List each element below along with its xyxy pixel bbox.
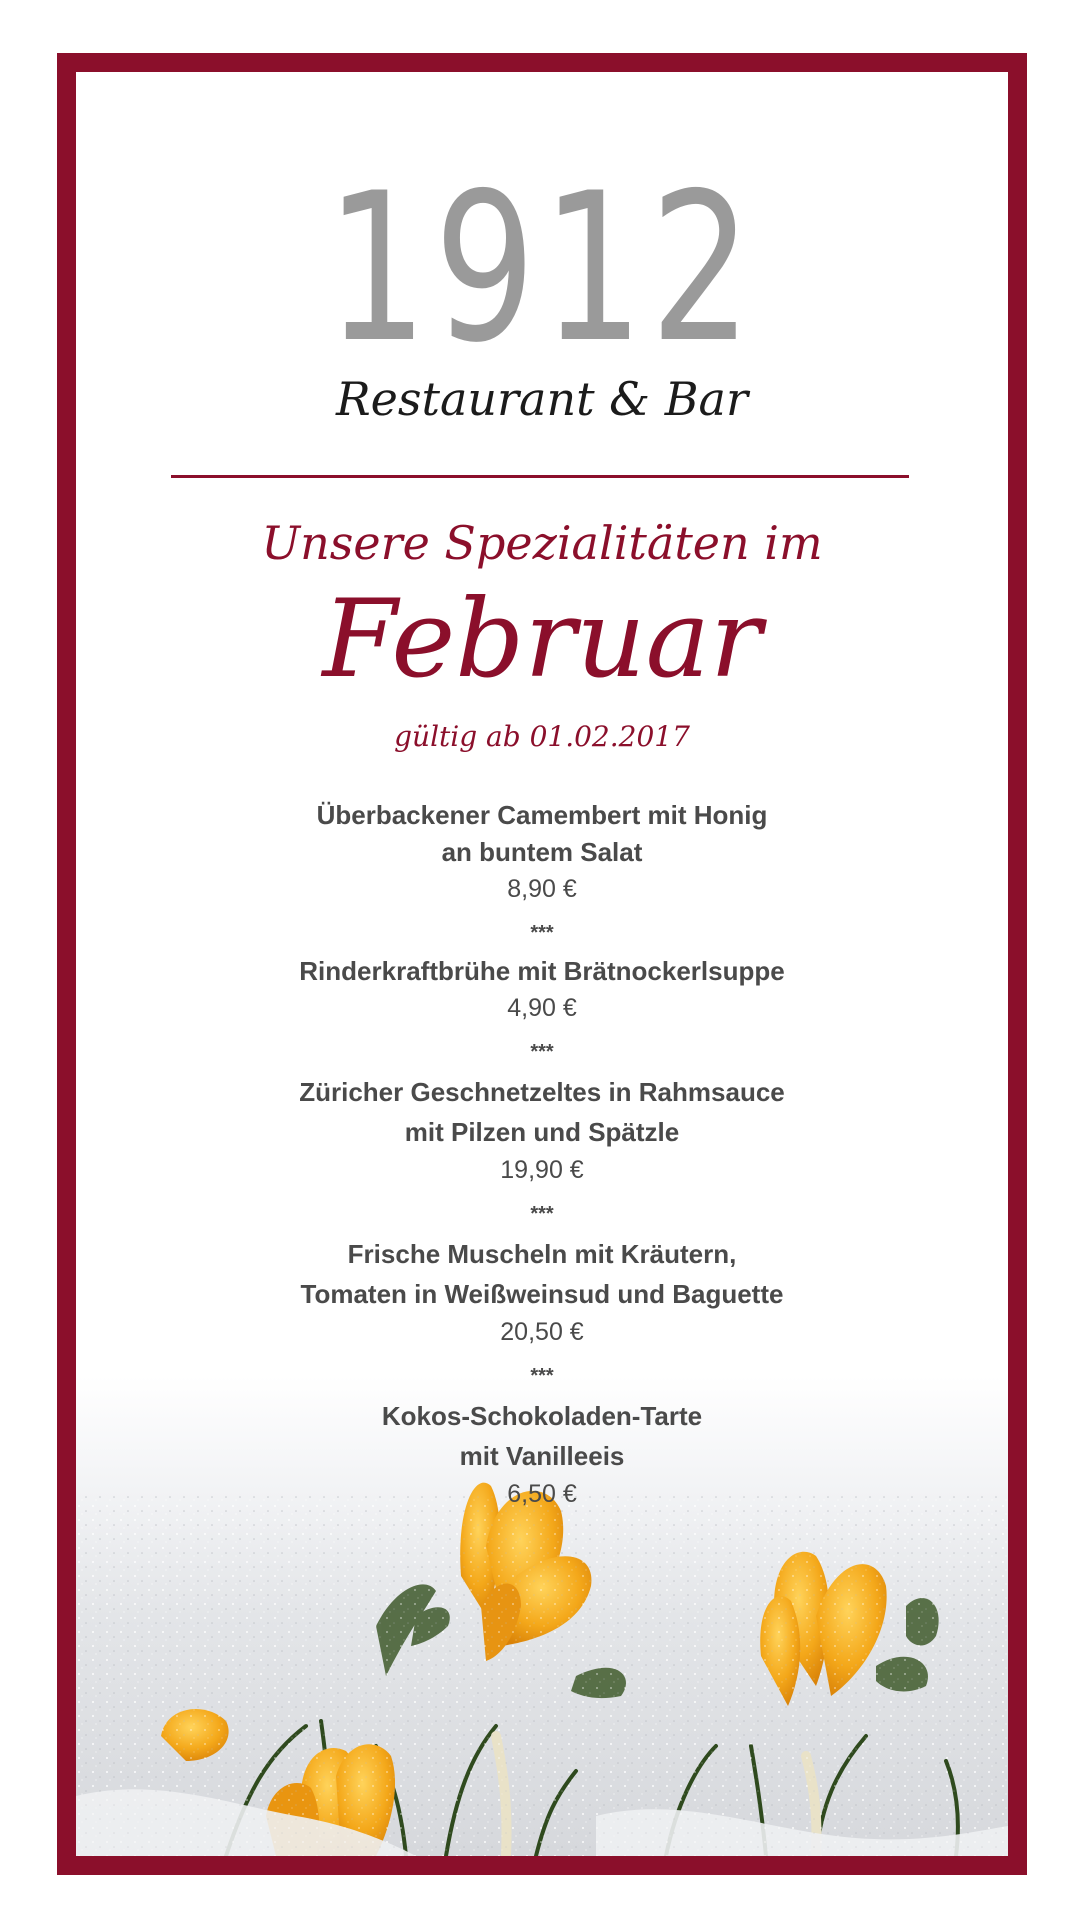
heading-intro: Unsere Spezialitäten im	[261, 516, 823, 570]
logo-number: 1912	[326, 150, 758, 388]
menu-item: Frische Muscheln mit Kräutern, Tomaten i…	[76, 1234, 1008, 1350]
menu-item: Kokos-Schokoladen-Tarte mit Vanilleeis 6…	[76, 1396, 1008, 1512]
menu-item: Überbackener Camembert mit Honig an bunt…	[76, 797, 1008, 907]
separator: ***	[530, 922, 554, 944]
dish-name: mit Vanilleeis	[459, 1441, 625, 1471]
menu-list: Überbackener Camembert mit Honig an bunt…	[76, 797, 1008, 1512]
dish-name: Kokos-Schokoladen-Tarte	[381, 1401, 703, 1431]
dish-price: 8,90 €	[507, 875, 577, 903]
dish-name: mit Pilzen und Spätzle	[404, 1117, 680, 1147]
dish-name: Überbackener Camembert mit Honig	[316, 800, 768, 830]
separator: ***	[530, 1203, 554, 1225]
menu-frame: 1912 Restaurant & Bar Unsere Spezialität…	[57, 53, 1027, 1875]
separator: ***	[530, 1365, 554, 1387]
dish-name: Frische Muscheln mit Kräutern,	[347, 1239, 737, 1269]
dish-price: 19,90 €	[500, 1156, 584, 1184]
heading-month: Februar	[322, 577, 762, 702]
menu-item: Züricher Geschnetzeltes in Rahmsauce mit…	[76, 1072, 1008, 1188]
validity-date: gültig ab 01.02.2017	[394, 720, 690, 753]
dish-name: an buntem Salat	[441, 837, 643, 867]
menu-card: 1912 Restaurant & Bar Unsere Spezialität…	[76, 72, 1008, 1856]
dish-name: Züricher Geschnetzeltes in Rahmsauce	[299, 1077, 785, 1107]
dish-price: 4,90 €	[507, 994, 577, 1022]
dish-name: Tomaten in Weißweinsud und Baguette	[300, 1279, 784, 1309]
dish-price: 6,50 €	[507, 1480, 577, 1508]
dish-name: Rinderkraftbrühe mit Brätnockerlsuppe	[299, 956, 785, 986]
menu-item: Rinderkraftbrühe mit Brätnockerlsuppe 4,…	[76, 953, 1008, 1026]
logo-subtitle: Restaurant & Bar	[336, 372, 748, 426]
dish-price: 20,50 €	[500, 1318, 584, 1346]
header-divider	[171, 475, 909, 478]
separator: ***	[530, 1041, 554, 1063]
